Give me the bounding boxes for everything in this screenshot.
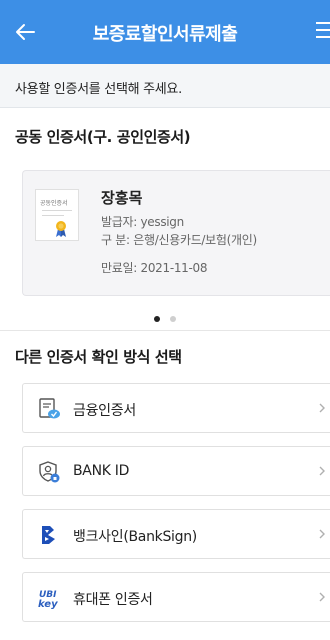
app-header: 보증료할인서류제출 bbox=[0, 0, 330, 64]
instruction-text: 사용할 인증서를 선택해 주세요. bbox=[15, 82, 182, 97]
pager-dot-inactive[interactable] bbox=[169, 315, 176, 322]
financial-cert-icon bbox=[39, 398, 60, 419]
cert-thumb-label: 공동인증서 bbox=[40, 200, 68, 207]
chevron-right-icon bbox=[319, 466, 325, 476]
option-mobile-cert[interactable]: UBI key 휴대폰 인증서 bbox=[22, 572, 330, 622]
chevron-right-icon bbox=[319, 592, 325, 602]
banksign-icon bbox=[42, 526, 55, 544]
instruction-bar: 사용할 인증서를 선택해 주세요. bbox=[0, 64, 330, 108]
cert-thumbnail: 공동인증서 bbox=[35, 189, 79, 241]
cert-thumb-line bbox=[42, 210, 72, 211]
bank-id-icon bbox=[39, 461, 60, 483]
cert-category: 구 분: 은행/신용카드/보험(개인) bbox=[101, 233, 257, 247]
menu-icon[interactable] bbox=[316, 16, 330, 46]
cert-owner-name: 장홍목 bbox=[101, 189, 143, 207]
other-methods-section-title: 다른 인증서 확인 방식 선택 bbox=[15, 348, 182, 366]
option-label: 휴대폰 인증서 bbox=[73, 592, 153, 608]
medal-icon bbox=[56, 221, 66, 237]
cert-card[interactable]: 공동인증서 장홍목 발급자: yessign 구 분: 은행/신용카드/보험(개… bbox=[22, 170, 330, 296]
option-financial-cert[interactable]: 금융인증서 bbox=[22, 383, 330, 433]
option-banksign[interactable]: 뱅크사인(BankSign) bbox=[22, 509, 330, 559]
option-bank-id[interactable]: BANK ID bbox=[22, 446, 330, 496]
section-divider bbox=[0, 330, 330, 331]
page-title: 보증료할인서류제출 bbox=[92, 24, 238, 45]
cert-expiry: 만료일: 2021-11-08 bbox=[101, 261, 208, 275]
option-label: 뱅크사인(BankSign) bbox=[73, 529, 197, 545]
svg-text:key: key bbox=[38, 599, 58, 610]
chevron-right-icon bbox=[319, 529, 325, 539]
pager-dot-active[interactable] bbox=[154, 315, 161, 322]
joint-cert-section-title: 공동 인증서(구. 공인인증서) bbox=[15, 128, 191, 146]
cert-issuer: 발급자: yessign bbox=[101, 215, 184, 229]
cert-thumb-line bbox=[42, 215, 64, 216]
option-label: BANK ID bbox=[73, 463, 130, 479]
carousel-pager bbox=[0, 308, 330, 322]
ubikey-icon: UBI key bbox=[38, 590, 58, 610]
option-label: 금융인증서 bbox=[73, 403, 136, 419]
chevron-right-icon bbox=[319, 403, 325, 413]
